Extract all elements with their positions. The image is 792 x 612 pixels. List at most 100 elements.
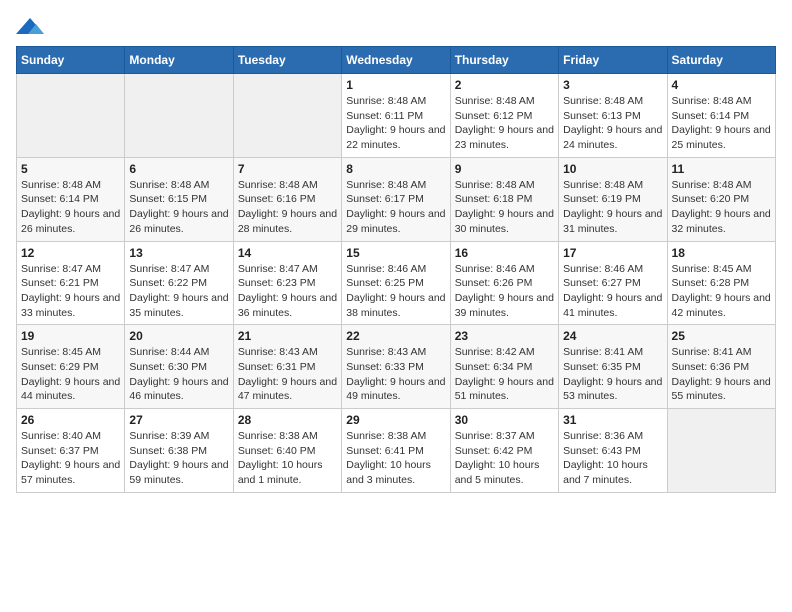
calendar-cell: 7 Sunrise: 8:48 AM Sunset: 6:16 PM Dayli… — [233, 157, 341, 241]
day-number: 31 — [563, 413, 662, 427]
logo-icon — [16, 16, 44, 38]
day-info: Sunrise: 8:46 AM Sunset: 6:27 PM Dayligh… — [563, 262, 662, 321]
day-number: 20 — [129, 329, 228, 343]
calendar-cell: 10 Sunrise: 8:48 AM Sunset: 6:19 PM Dayl… — [559, 157, 667, 241]
day-number: 29 — [346, 413, 445, 427]
calendar-week-row: 1 Sunrise: 8:48 AM Sunset: 6:11 PM Dayli… — [17, 74, 776, 158]
weekday-header: Tuesday — [233, 47, 341, 74]
day-number: 19 — [21, 329, 120, 343]
day-number: 18 — [672, 246, 771, 260]
calendar-cell: 31 Sunrise: 8:36 AM Sunset: 6:43 PM Dayl… — [559, 409, 667, 493]
day-number: 9 — [455, 162, 554, 176]
calendar-week-row: 5 Sunrise: 8:48 AM Sunset: 6:14 PM Dayli… — [17, 157, 776, 241]
day-number: 26 — [21, 413, 120, 427]
calendar-week-row: 26 Sunrise: 8:40 AM Sunset: 6:37 PM Dayl… — [17, 409, 776, 493]
calendar-cell: 29 Sunrise: 8:38 AM Sunset: 6:41 PM Dayl… — [342, 409, 450, 493]
day-number: 21 — [238, 329, 337, 343]
day-number: 10 — [563, 162, 662, 176]
weekday-header: Friday — [559, 47, 667, 74]
calendar-week-row: 12 Sunrise: 8:47 AM Sunset: 6:21 PM Dayl… — [17, 241, 776, 325]
calendar-cell — [667, 409, 775, 493]
day-number: 25 — [672, 329, 771, 343]
day-info: Sunrise: 8:37 AM Sunset: 6:42 PM Dayligh… — [455, 429, 554, 488]
day-info: Sunrise: 8:38 AM Sunset: 6:40 PM Dayligh… — [238, 429, 337, 488]
day-info: Sunrise: 8:48 AM Sunset: 6:16 PM Dayligh… — [238, 178, 337, 237]
calendar-cell: 28 Sunrise: 8:38 AM Sunset: 6:40 PM Dayl… — [233, 409, 341, 493]
day-info: Sunrise: 8:48 AM Sunset: 6:14 PM Dayligh… — [672, 94, 771, 153]
calendar-cell: 5 Sunrise: 8:48 AM Sunset: 6:14 PM Dayli… — [17, 157, 125, 241]
calendar-cell: 17 Sunrise: 8:46 AM Sunset: 6:27 PM Dayl… — [559, 241, 667, 325]
day-info: Sunrise: 8:48 AM Sunset: 6:13 PM Dayligh… — [563, 94, 662, 153]
calendar-cell: 4 Sunrise: 8:48 AM Sunset: 6:14 PM Dayli… — [667, 74, 775, 158]
day-number: 4 — [672, 78, 771, 92]
calendar-cell: 1 Sunrise: 8:48 AM Sunset: 6:11 PM Dayli… — [342, 74, 450, 158]
calendar-cell: 3 Sunrise: 8:48 AM Sunset: 6:13 PM Dayli… — [559, 74, 667, 158]
day-info: Sunrise: 8:46 AM Sunset: 6:26 PM Dayligh… — [455, 262, 554, 321]
day-number: 30 — [455, 413, 554, 427]
calendar-cell: 18 Sunrise: 8:45 AM Sunset: 6:28 PM Dayl… — [667, 241, 775, 325]
day-info: Sunrise: 8:48 AM Sunset: 6:18 PM Dayligh… — [455, 178, 554, 237]
weekday-header: Saturday — [667, 47, 775, 74]
day-info: Sunrise: 8:40 AM Sunset: 6:37 PM Dayligh… — [21, 429, 120, 488]
day-number: 11 — [672, 162, 771, 176]
day-info: Sunrise: 8:48 AM Sunset: 6:14 PM Dayligh… — [21, 178, 120, 237]
weekday-header: Sunday — [17, 47, 125, 74]
day-info: Sunrise: 8:48 AM Sunset: 6:20 PM Dayligh… — [672, 178, 771, 237]
day-number: 23 — [455, 329, 554, 343]
day-info: Sunrise: 8:36 AM Sunset: 6:43 PM Dayligh… — [563, 429, 662, 488]
calendar-table: SundayMondayTuesdayWednesdayThursdayFrid… — [16, 46, 776, 493]
day-number: 2 — [455, 78, 554, 92]
day-info: Sunrise: 8:45 AM Sunset: 6:29 PM Dayligh… — [21, 345, 120, 404]
day-info: Sunrise: 8:43 AM Sunset: 6:33 PM Dayligh… — [346, 345, 445, 404]
day-number: 28 — [238, 413, 337, 427]
day-info: Sunrise: 8:48 AM Sunset: 6:15 PM Dayligh… — [129, 178, 228, 237]
day-number: 8 — [346, 162, 445, 176]
day-number: 5 — [21, 162, 120, 176]
day-info: Sunrise: 8:42 AM Sunset: 6:34 PM Dayligh… — [455, 345, 554, 404]
day-info: Sunrise: 8:48 AM Sunset: 6:11 PM Dayligh… — [346, 94, 445, 153]
day-number: 14 — [238, 246, 337, 260]
calendar-cell: 14 Sunrise: 8:47 AM Sunset: 6:23 PM Dayl… — [233, 241, 341, 325]
calendar-cell — [233, 74, 341, 158]
calendar-cell: 6 Sunrise: 8:48 AM Sunset: 6:15 PM Dayli… — [125, 157, 233, 241]
day-info: Sunrise: 8:43 AM Sunset: 6:31 PM Dayligh… — [238, 345, 337, 404]
day-info: Sunrise: 8:41 AM Sunset: 6:35 PM Dayligh… — [563, 345, 662, 404]
day-info: Sunrise: 8:48 AM Sunset: 6:12 PM Dayligh… — [455, 94, 554, 153]
calendar-cell: 12 Sunrise: 8:47 AM Sunset: 6:21 PM Dayl… — [17, 241, 125, 325]
day-info: Sunrise: 8:46 AM Sunset: 6:25 PM Dayligh… — [346, 262, 445, 321]
day-number: 7 — [238, 162, 337, 176]
calendar-cell — [125, 74, 233, 158]
day-number: 22 — [346, 329, 445, 343]
day-number: 15 — [346, 246, 445, 260]
calendar-cell: 25 Sunrise: 8:41 AM Sunset: 6:36 PM Dayl… — [667, 325, 775, 409]
calendar-cell: 19 Sunrise: 8:45 AM Sunset: 6:29 PM Dayl… — [17, 325, 125, 409]
calendar-cell: 26 Sunrise: 8:40 AM Sunset: 6:37 PM Dayl… — [17, 409, 125, 493]
day-info: Sunrise: 8:39 AM Sunset: 6:38 PM Dayligh… — [129, 429, 228, 488]
day-number: 3 — [563, 78, 662, 92]
day-number: 1 — [346, 78, 445, 92]
weekday-header: Thursday — [450, 47, 558, 74]
day-number: 27 — [129, 413, 228, 427]
day-number: 13 — [129, 246, 228, 260]
day-number: 6 — [129, 162, 228, 176]
day-number: 16 — [455, 246, 554, 260]
calendar-cell: 27 Sunrise: 8:39 AM Sunset: 6:38 PM Dayl… — [125, 409, 233, 493]
calendar-cell: 8 Sunrise: 8:48 AM Sunset: 6:17 PM Dayli… — [342, 157, 450, 241]
weekday-header: Monday — [125, 47, 233, 74]
calendar-cell: 16 Sunrise: 8:46 AM Sunset: 6:26 PM Dayl… — [450, 241, 558, 325]
calendar-cell: 2 Sunrise: 8:48 AM Sunset: 6:12 PM Dayli… — [450, 74, 558, 158]
day-info: Sunrise: 8:44 AM Sunset: 6:30 PM Dayligh… — [129, 345, 228, 404]
day-info: Sunrise: 8:47 AM Sunset: 6:23 PM Dayligh… — [238, 262, 337, 321]
day-info: Sunrise: 8:38 AM Sunset: 6:41 PM Dayligh… — [346, 429, 445, 488]
day-number: 24 — [563, 329, 662, 343]
calendar-cell: 30 Sunrise: 8:37 AM Sunset: 6:42 PM Dayl… — [450, 409, 558, 493]
day-info: Sunrise: 8:48 AM Sunset: 6:19 PM Dayligh… — [563, 178, 662, 237]
calendar-header: SundayMondayTuesdayWednesdayThursdayFrid… — [17, 47, 776, 74]
calendar-cell: 11 Sunrise: 8:48 AM Sunset: 6:20 PM Dayl… — [667, 157, 775, 241]
header — [16, 16, 776, 38]
day-info: Sunrise: 8:47 AM Sunset: 6:21 PM Dayligh… — [21, 262, 120, 321]
weekday-header: Wednesday — [342, 47, 450, 74]
calendar-cell: 21 Sunrise: 8:43 AM Sunset: 6:31 PM Dayl… — [233, 325, 341, 409]
day-number: 12 — [21, 246, 120, 260]
calendar-cell: 23 Sunrise: 8:42 AM Sunset: 6:34 PM Dayl… — [450, 325, 558, 409]
